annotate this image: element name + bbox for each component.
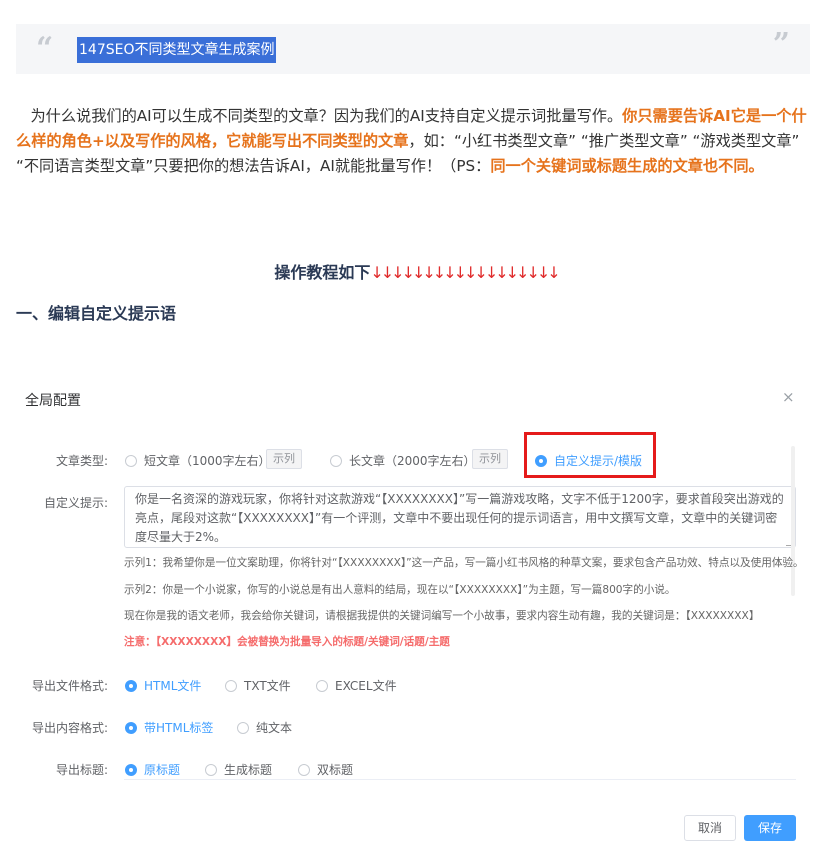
- replacement-note: 注意：【XXXXXXXX】会被替换为批量导入的标题/关键词/话题/主题: [124, 636, 450, 648]
- example-1-text: 示列1：我希望你是一位文案助理，你将针对“【XXXXXXXX】”这一产品，写一篇…: [124, 557, 804, 569]
- highlight-annotation-box: [524, 432, 656, 478]
- save-button[interactable]: 保存: [744, 815, 796, 841]
- radio-html-file[interactable]: HTML文件: [125, 677, 201, 694]
- radio-label: 纯文本: [256, 721, 293, 735]
- radio-plain-text[interactable]: 纯文本: [237, 719, 292, 736]
- radio-label: EXCEL文件: [335, 679, 397, 693]
- radio-label: 带HTML标签: [144, 721, 214, 735]
- radio-label: 双标题: [317, 763, 354, 777]
- radio-dot: [316, 679, 328, 692]
- radio-dot: [125, 679, 137, 692]
- radio-dot: [330, 454, 342, 467]
- down-arrows-icon: ↓↓↓↓↓↓↓↓↓↓↓↓↓↓↓↓↓↓: [370, 263, 560, 282]
- article-type-label: 文章类型:: [55, 454, 108, 468]
- radio-with-html-tags[interactable]: 带HTML标签: [125, 719, 213, 736]
- divider: [124, 779, 796, 780]
- radio-original-title[interactable]: 原标题: [125, 761, 180, 778]
- radio-label: 生成标题: [224, 763, 273, 777]
- radio-label: 长文章（2000字左右）: [349, 454, 476, 468]
- radio-label: TXT文件: [244, 679, 291, 693]
- intro-highlight-2: 同一个关键词或标题生成的文章也不同。: [490, 157, 764, 175]
- section-heading: 一、编辑自定义提示语: [16, 304, 177, 323]
- radio-label: 原标题: [144, 763, 181, 777]
- radio-dot: [298, 763, 310, 776]
- custom-prompt-value: 你是一名资深的游戏玩家，你将针对这款游戏“【XXXXXXXX】”写一篇游戏攻略，…: [135, 492, 784, 544]
- scrollbar[interactable]: [791, 446, 795, 596]
- open-quote-icon: “: [36, 31, 54, 66]
- quote-title: 147SEO不同类型文章生成案例: [77, 37, 277, 63]
- export-content-label: 导出内容格式:: [31, 721, 108, 735]
- radio-dot: [125, 454, 137, 467]
- intro-text-1: 为什么说我们的AI可以生成不同类型的文章？因为我们的AI支持自定义提示词批量写作…: [30, 107, 623, 125]
- example-2-text: 示列2：你是一个小说家，你写的小说总是有出人意料的结局，现在以“【XXXXXXX…: [124, 584, 676, 596]
- radio-dual-title[interactable]: 双标题: [298, 761, 353, 778]
- custom-prompt-textarea[interactable]: 你是一名资深的游戏玩家，你将针对这款游戏“【XXXXXXXX】”写一篇游戏攻略，…: [124, 486, 796, 548]
- tutorial-heading-text: 操作教程如下: [274, 263, 371, 282]
- short-example-button[interactable]: 示列: [266, 449, 302, 469]
- radio-dot: [125, 721, 137, 734]
- tutorial-heading: 操作教程如下↓↓↓↓↓↓↓↓↓↓↓↓↓↓↓↓↓↓: [0, 259, 832, 283]
- cancel-button[interactable]: 取消: [684, 815, 736, 841]
- intro-paragraph: 为什么说我们的AI可以生成不同类型的文章？因为我们的AI支持自定义提示词批量写作…: [16, 104, 816, 179]
- radio-dot: [205, 763, 217, 776]
- example-3-text: 现在你是我的语文老师，我会给你关键词，请根据我提供的关键词编写一个小故事，要求内…: [124, 610, 760, 622]
- long-example-button[interactable]: 示列: [472, 449, 508, 469]
- close-icon[interactable]: ×: [782, 388, 795, 406]
- radio-long-article[interactable]: 长文章（2000字左右）: [330, 452, 476, 469]
- quote-banner: “ 147SEO不同类型文章生成案例 ”: [16, 24, 810, 74]
- radio-txt-file[interactable]: TXT文件: [225, 677, 291, 694]
- radio-excel-file[interactable]: EXCEL文件: [316, 677, 397, 694]
- export-format-label: 导出文件格式:: [31, 679, 108, 693]
- radio-short-article[interactable]: 短文章（1000字左右）: [125, 452, 271, 469]
- radio-generated-title[interactable]: 生成标题: [205, 761, 272, 778]
- custom-prompt-label: 自定义提示:: [43, 496, 108, 510]
- close-quote-icon: ”: [772, 27, 790, 62]
- radio-dot: [237, 721, 249, 734]
- radio-label: 短文章（1000字左右）: [144, 454, 271, 468]
- dialog-title: 全局配置: [25, 393, 81, 409]
- radio-dot: [225, 679, 237, 692]
- radio-label: HTML文件: [144, 679, 202, 693]
- radio-dot: [125, 763, 137, 776]
- export-title-label: 导出标题:: [55, 763, 108, 777]
